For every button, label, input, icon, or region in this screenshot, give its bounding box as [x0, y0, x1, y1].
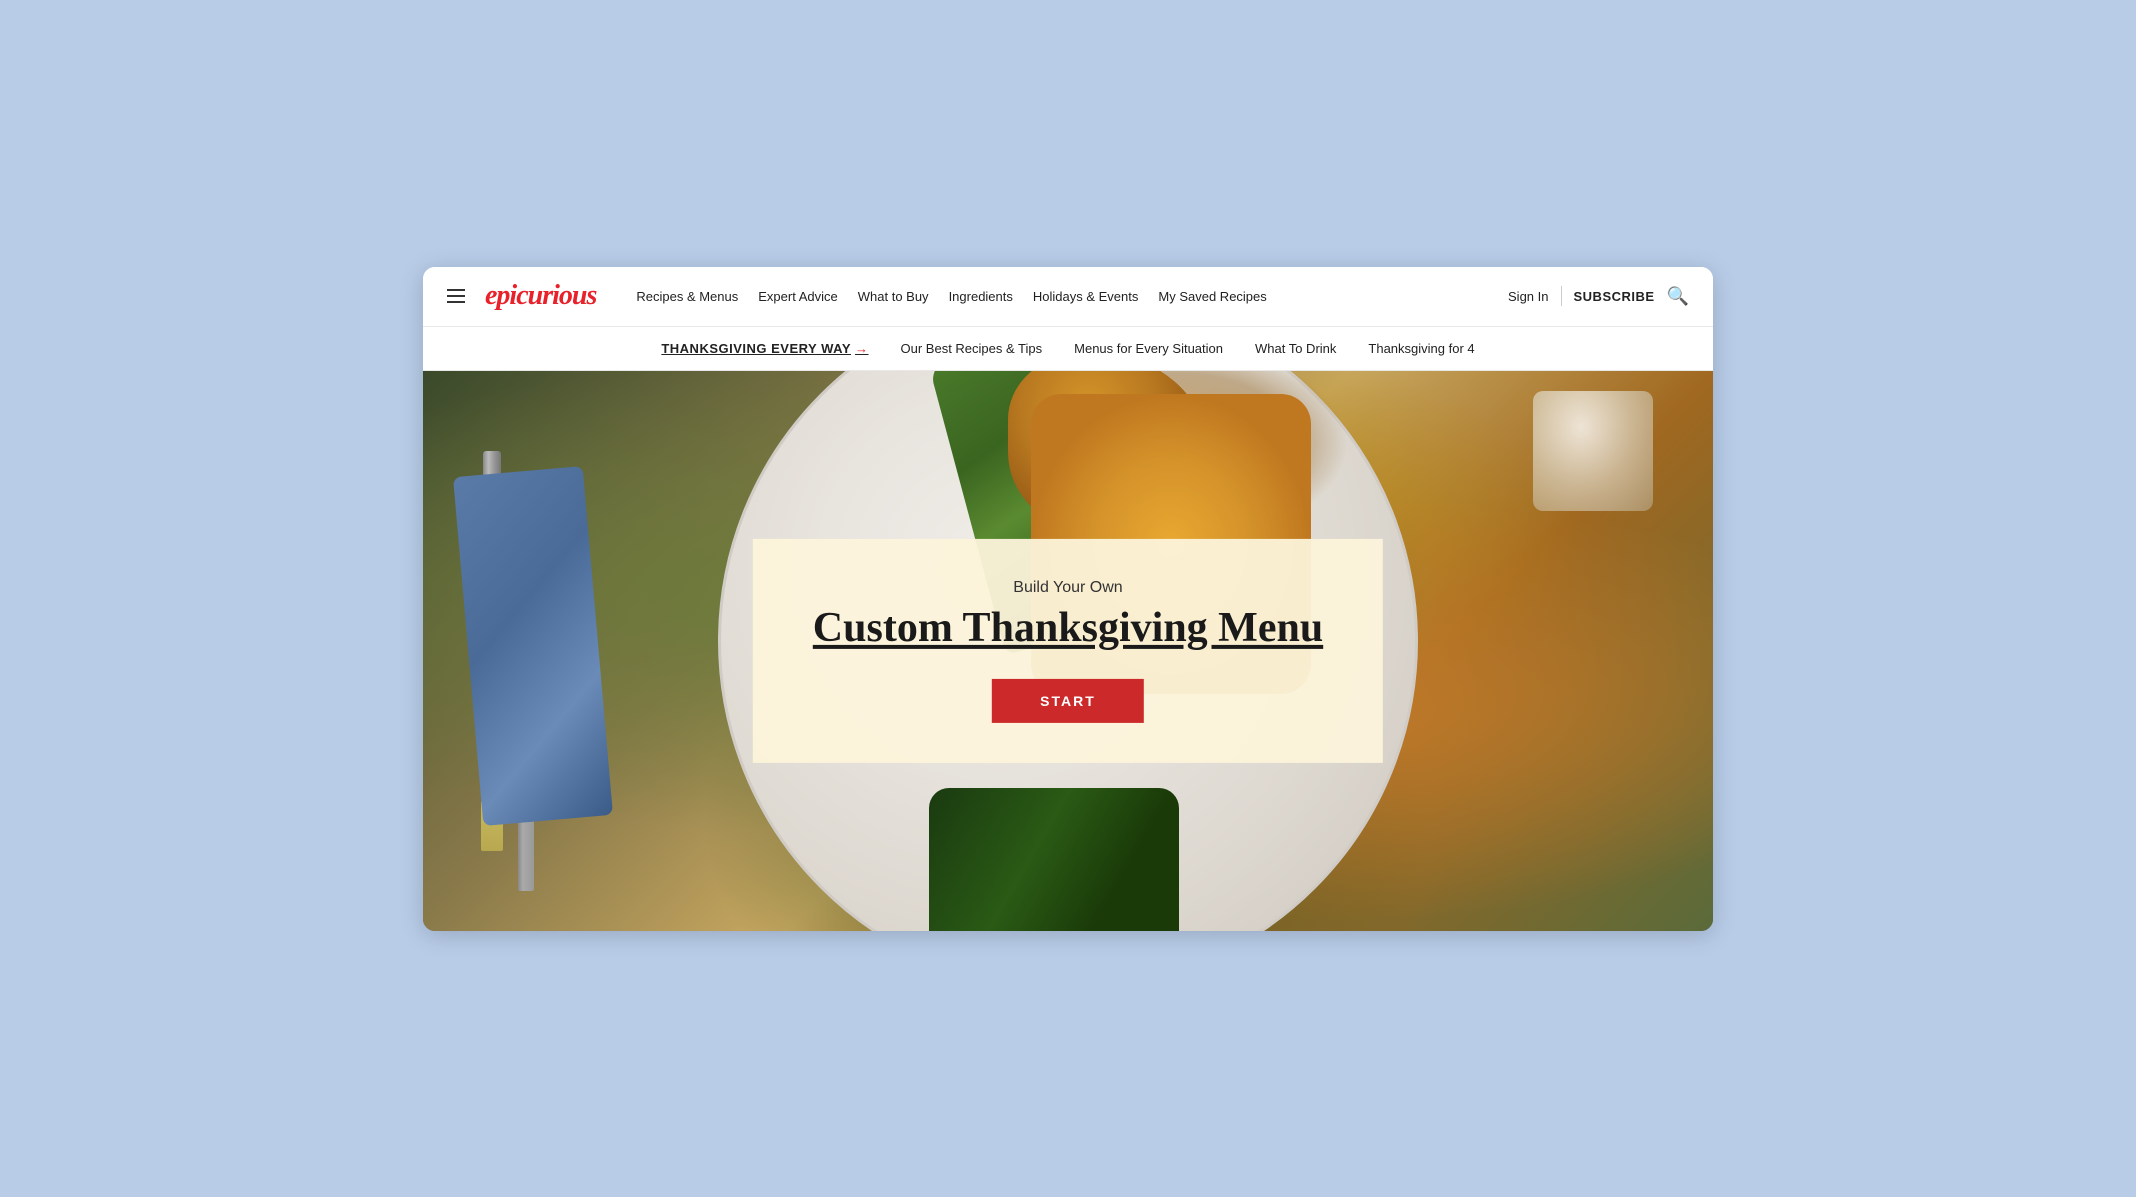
logo[interactable]: epicurious [485, 280, 596, 312]
subnav-link-4[interactable]: Thanksgiving for 4 [1368, 341, 1474, 356]
collard-greens [929, 788, 1179, 931]
hamburger-menu-icon[interactable] [447, 289, 465, 303]
hero-section: Build Your Own Custom Thanksgiving Menu … [423, 371, 1713, 931]
main-nav: Recipes & Menus Expert Advice What to Bu… [636, 289, 1266, 304]
subnav-highlight-text: THANKSGIVING EVERY WAY [661, 341, 851, 356]
subnav-highlight[interactable]: THANKSGIVING EVERY WAY → [661, 341, 868, 356]
nav-recipes-menus[interactable]: Recipes & Menus [636, 289, 738, 304]
nav-saved-recipes[interactable]: My Saved Recipes [1158, 289, 1266, 304]
subscribe-button[interactable]: SUBSCRIBE [1574, 289, 1655, 304]
subnav-link-3[interactable]: What To Drink [1255, 341, 1336, 356]
header-left: epicurious Recipes & Menus Expert Advice… [447, 280, 1267, 312]
subnav-link-1[interactable]: Our Best Recipes & Tips [901, 341, 1043, 356]
subnav-link-2[interactable]: Menus for Every Situation [1074, 341, 1223, 356]
nav-holidays-events[interactable]: Holidays & Events [1033, 289, 1139, 304]
sign-in-link[interactable]: Sign In [1508, 289, 1548, 304]
nav-expert-advice[interactable]: Expert Advice [758, 289, 838, 304]
glass [1533, 391, 1653, 511]
subnav-arrow: → [855, 341, 869, 356]
overlay-title: Custom Thanksgiving Menu [813, 604, 1323, 650]
search-icon[interactable]: 🔍 [1667, 286, 1689, 307]
nav-ingredients[interactable]: Ingredients [949, 289, 1013, 304]
subnav: THANKSGIVING EVERY WAY → Our Best Recipe… [423, 327, 1713, 371]
nav-what-to-buy[interactable]: What to Buy [858, 289, 929, 304]
start-button[interactable]: START [992, 679, 1144, 723]
header-right: Sign In SUBSCRIBE 🔍 [1508, 286, 1689, 307]
overlay-subtitle: Build Your Own [813, 578, 1323, 596]
overlay-card: Build Your Own Custom Thanksgiving Menu … [753, 538, 1383, 762]
header-divider [1561, 286, 1562, 306]
napkin [453, 466, 613, 826]
browser-window: epicurious Recipes & Menus Expert Advice… [423, 267, 1713, 931]
header: epicurious Recipes & Menus Expert Advice… [423, 267, 1713, 327]
